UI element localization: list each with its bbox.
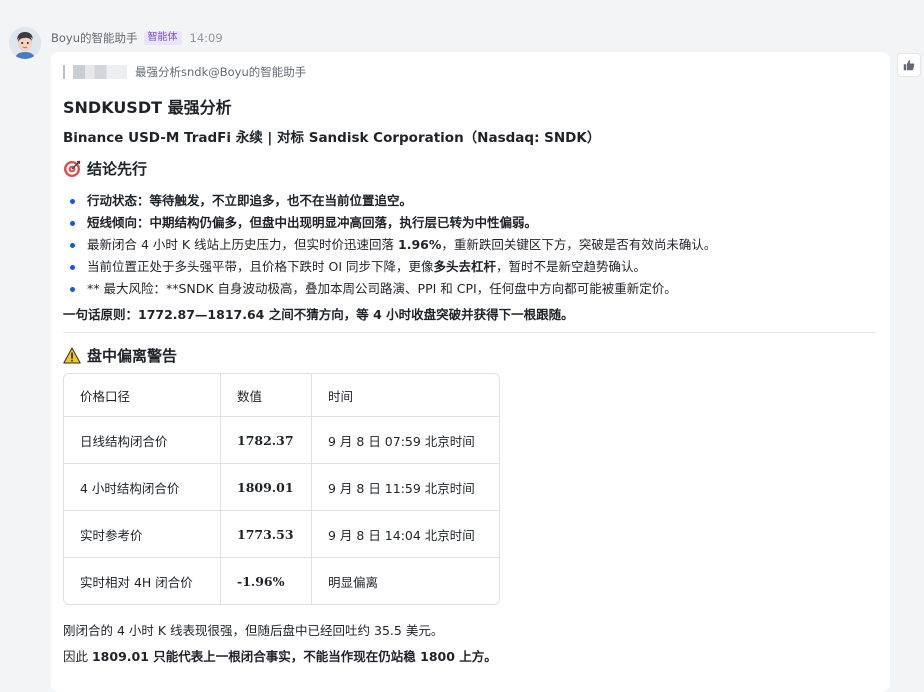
table-cell: 1809.01	[221, 464, 312, 511]
warning-paragraph-2: 因此 1809.01 只能代表上一根闭合事实，不能当作现在仍站稳 1800 上方…	[63, 646, 497, 665]
list-item-text: 当前位置正处于多头强平带，且价格下跌时 OI 同步下降，更像多头去杠杆，暂时不是…	[87, 256, 646, 278]
quote-reference[interactable]: 最强分析sndk@Boyu的智能助手	[63, 64, 306, 80]
text-segment: 最新闭合 4 小时 K 线站上历史压力，但实时价迅速回落	[87, 237, 399, 252]
table-cell: -1.96%	[221, 558, 312, 604]
conclusion-heading-text: 结论先行	[87, 160, 148, 178]
bullet-dot	[70, 198, 75, 204]
text-segment: 1.96%	[398, 237, 442, 252]
message-time: 14:09	[189, 31, 223, 45]
text-segment: 多头去杠杆	[433, 259, 496, 274]
warning-heading: 盘中偏离警告	[63, 345, 177, 366]
list-item-text: ** 最大风险：**SNDK 自身波动极高，叠加本周公司路演、PPI 和 CPI…	[87, 278, 677, 300]
table-row: 实时参考价 1773.53 9 月 8 日 14:04 北京时间	[64, 511, 499, 558]
text-segment: ** 最大风险：**SNDK 自身波动极高，叠加本周公司路演、PPI 和 CPI…	[87, 281, 677, 296]
column-header: 时间	[312, 374, 499, 417]
agent-badge: 智能体	[143, 31, 182, 45]
table-cell: 4 小时结构闭合价	[64, 464, 221, 511]
thumbs-up-icon	[903, 60, 915, 71]
text-segment: 因此	[63, 649, 92, 664]
list-item-text: 最新闭合 4 小时 K 线站上历史压力，但实时价迅速回落 1.96%，重新跌回关…	[87, 234, 716, 256]
text-segment: 行动状态：等待触发，不立即追多，也不在当前位置追空。	[87, 193, 413, 208]
list-item: 最新闭合 4 小时 K 线站上历史压力，但实时价迅速回落 1.96%，重新跌回关…	[63, 234, 716, 256]
list-item-text: 行动状态：等待触发，不立即追多，也不在当前位置追空。	[87, 190, 412, 212]
table-cell: 日线结构闭合价	[64, 417, 221, 464]
table-cell: 明显偏离	[328, 574, 379, 590]
text-segment: 刚闭合的 4 小时 K 线表现很强，但随后盘中已经回吐约 35.5 美元。	[63, 623, 444, 638]
sender-name[interactable]: Boyu的智能助手	[51, 30, 138, 46]
table-cell: 1782.37	[221, 417, 312, 464]
table-row: 实时相对 4H 闭合价 -1.96% 明显偏离	[64, 558, 499, 604]
conclusion-list: 行动状态：等待触发，不立即追多，也不在当前位置追空。短线倾向：中期结构仍偏多，但…	[63, 190, 716, 300]
message-card: 最强分析sndk@Boyu的智能助手 SNDKUSDT 最强分析 Binance…	[51, 52, 890, 692]
price-table: 价格口径 数值 时间 日线结构闭合价 1782.37 9 月 8 日 07:59…	[63, 373, 500, 605]
table-cell: 1773.53	[221, 511, 312, 558]
table-cell: 9 月 8 日 11:59 北京时间	[312, 464, 499, 511]
divider	[63, 332, 876, 333]
list-item-text: 短线倾向：中期结构仍偏多，但盘中出现明显冲高回落，执行层已转为中性偏弱。	[87, 212, 537, 234]
list-item: 短线倾向：中期结构仍偏多，但盘中出现明显冲高回落，执行层已转为中性偏弱。	[63, 212, 716, 234]
blurred-avatar-image	[73, 65, 127, 79]
table-cell: 实时相对 4H 闭合价	[64, 558, 221, 604]
like-button[interactable]	[897, 53, 921, 77]
principle-line: 一句话原则：1772.87—1817.64 之间不猜方向，等 4 小时收盘突破并…	[63, 307, 574, 322]
warning-heading-text: 盘中偏离警告	[87, 347, 178, 365]
text-segment: ，暂时不是新空趋势确认。	[496, 259, 647, 274]
column-header: 数值	[221, 374, 312, 417]
list-item: 当前位置正处于多头强平带，且价格下跌时 OI 同步下降，更像多头去杠杆，暂时不是…	[63, 256, 716, 278]
avatar[interactable]	[9, 27, 41, 59]
table-cell: 实时参考价	[64, 511, 221, 558]
analysis-subtitle: Binance USD-M TradFi 永续 | 对标 Sandisk Cor…	[63, 130, 601, 146]
table-cell: 9 月 8 日 07:59 北京时间	[312, 417, 499, 464]
quote-bar-icon	[63, 65, 65, 79]
table-row: 日线结构闭合价 1782.37 9 月 8 日 07:59 北京时间	[64, 417, 499, 464]
avatar-icon	[9, 27, 41, 59]
conclusion-heading: 结论先行	[63, 158, 147, 179]
text-segment: 1809.01 只能代表上一根闭合事实，不能当作现在仍站稳 1800 上方。	[91, 649, 497, 664]
analysis-title: SNDKUSDT 最强分析	[63, 98, 232, 117]
table-cell: 9 月 8 日 14:04 北京时间	[312, 511, 499, 558]
bullet-dot	[70, 286, 75, 292]
warning-icon	[63, 347, 81, 364]
table-row: 4 小时结构闭合价 1809.01 9 月 8 日 11:59 北京时间	[64, 464, 499, 511]
text-segment: 当前位置正处于多头强平带，且价格下跌时 OI 同步下降，更像	[87, 259, 434, 274]
bullet-dot	[70, 264, 75, 270]
list-item: ** 最大风险：**SNDK 自身波动极高，叠加本周公司路演、PPI 和 CPI…	[63, 278, 716, 300]
quote-text: 最强分析sndk@Boyu的智能助手	[135, 65, 307, 79]
column-header: 价格口径	[64, 374, 221, 417]
target-icon	[63, 160, 81, 178]
list-item: 行动状态：等待触发，不立即追多，也不在当前位置追空。	[63, 190, 716, 212]
text-segment: 短线倾向：中期结构仍偏多，但盘中出现明显冲高回落，执行层已转为中性偏弱。	[87, 215, 538, 230]
text-segment: ，重新跌回关键区下方，突破是否有效尚未确认。	[441, 237, 717, 252]
bullet-dot	[70, 220, 75, 226]
bullet-dot	[70, 242, 75, 248]
table-header-row: 价格口径 数值 时间	[64, 374, 499, 417]
message-meta: Boyu的智能助手 智能体 14:09	[51, 29, 223, 47]
warning-paragraph-1: 刚闭合的 4 小时 K 线表现很强，但随后盘中已经回吐约 35.5 美元。	[63, 620, 443, 639]
